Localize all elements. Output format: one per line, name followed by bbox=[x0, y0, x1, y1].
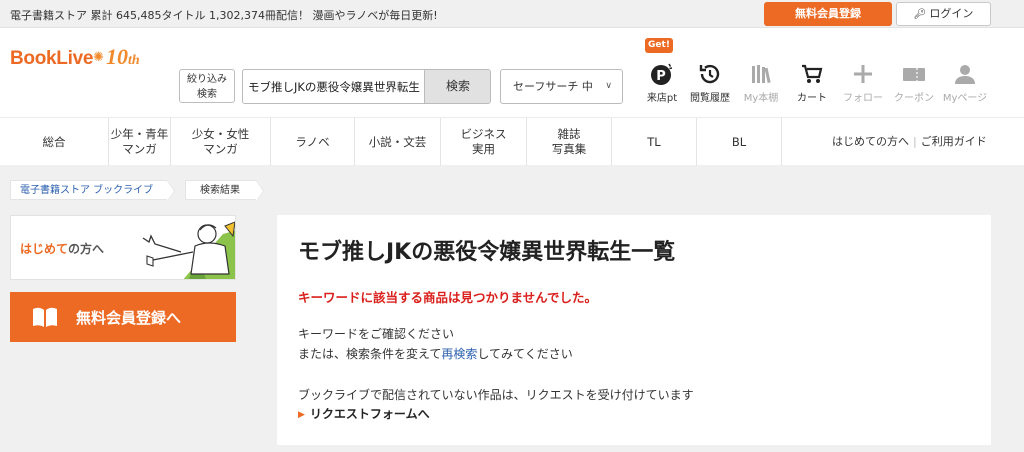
breadcrumb-home[interactable]: 電子書籍ストア ブックライブ bbox=[10, 180, 176, 202]
nav-label-sub: 写真集 bbox=[551, 142, 587, 156]
help-links: はじめての方へ | ご利用ガイド bbox=[832, 118, 987, 166]
chevron-down-icon: ∨ bbox=[605, 81, 612, 91]
coupon-icon bbox=[886, 60, 942, 86]
signup-banner-label: 無料会員登録へ bbox=[76, 308, 182, 327]
hint-text-retry: または、検索条件を変えて再検索してみてください bbox=[298, 345, 573, 362]
nav-label: TL bbox=[647, 134, 661, 149]
plus-icon bbox=[835, 60, 891, 86]
safe-search-value: セーフサーチ 中 bbox=[513, 80, 593, 93]
beginner-text-a: はじめて bbox=[20, 242, 69, 256]
nav-label-sub: マンガ bbox=[122, 142, 157, 156]
anniversary-suffix: th bbox=[128, 53, 140, 68]
get-badge: Get! bbox=[645, 38, 673, 53]
search-result-panel: モブ推しJKの悪役令嬢異世界転生一覧 キーワードに該当する商品は見つかりませんで… bbox=[277, 215, 991, 445]
mypage-label: Myページ bbox=[942, 93, 988, 104]
beginner-text-b: の方へ bbox=[68, 242, 105, 256]
nav-label: ラノベ bbox=[295, 134, 330, 149]
cart-icon bbox=[784, 60, 840, 86]
hint-pre: または、検索条件を変えて bbox=[298, 347, 442, 361]
history-link[interactable]: 閲覧履歴 bbox=[682, 60, 738, 104]
nav-label: 少年・青年 bbox=[110, 127, 169, 141]
nav-item-light-novel[interactable]: ラノベ bbox=[270, 118, 354, 166]
breadcrumb-current: 検索結果 bbox=[185, 180, 264, 202]
cart-label: カート bbox=[797, 93, 827, 104]
filter-label-line1: 絞り込み bbox=[187, 74, 227, 85]
nav-item-business[interactable]: ビジネス 実用 bbox=[440, 118, 526, 166]
svg-text:P: P bbox=[656, 69, 666, 84]
beginner-link[interactable]: はじめての方へ bbox=[832, 135, 909, 148]
sparkle-icon: ✺ bbox=[93, 50, 105, 65]
booklive-logo[interactable]: BookLive✺10th bbox=[10, 44, 140, 74]
guide-character-illustration bbox=[142, 221, 235, 279]
nav-item-general[interactable]: 総合 bbox=[0, 118, 108, 166]
nav-label: ビジネス bbox=[460, 127, 507, 141]
top-announcement-bar: 電子書籍ストア 累計 645,485タイトル 1,302,374冊配信！ 漫画や… bbox=[0, 0, 1024, 28]
request-form-label: リクエストフォームへ bbox=[309, 407, 430, 421]
mypage-link[interactable]: Myページ bbox=[937, 60, 993, 104]
nav-label: 雑誌 bbox=[557, 127, 581, 141]
beginner-banner-text: はじめての方へ bbox=[20, 240, 104, 257]
nav-item-shojo-manga[interactable]: 少女・女性 マンガ bbox=[170, 118, 270, 166]
nav-label-sub: マンガ bbox=[203, 142, 238, 156]
login-label: ログイン bbox=[929, 7, 974, 20]
search-input[interactable] bbox=[243, 70, 424, 103]
cart-link[interactable]: カート bbox=[784, 60, 840, 104]
nav-item-novel[interactable]: 小説・文芸 bbox=[354, 118, 440, 166]
request-info-text: ブックライブで配信されていない作品は、リクエストを受け付けています bbox=[298, 388, 694, 402]
bookshelf-label: My本棚 bbox=[743, 93, 779, 104]
free-signup-banner[interactable]: 無料会員登録へ bbox=[10, 292, 236, 342]
hint-post: してみてください bbox=[477, 347, 573, 361]
nav-label: 総合 bbox=[42, 134, 66, 149]
nav-item-shonen-manga[interactable]: 少年・青年 マンガ bbox=[108, 118, 170, 166]
follow-link[interactable]: フォロー bbox=[835, 60, 891, 104]
open-book-icon bbox=[32, 306, 58, 328]
divider: | bbox=[913, 135, 917, 148]
coupon-label: クーポン bbox=[894, 93, 934, 104]
nav-item-tl[interactable]: TL bbox=[611, 118, 696, 166]
search-button[interactable]: 検索 bbox=[424, 70, 490, 103]
research-link[interactable]: 再検索 bbox=[441, 347, 477, 361]
history-icon bbox=[682, 60, 738, 86]
triangle-right-icon: ▶ bbox=[298, 410, 305, 420]
anniversary-number: 10 bbox=[106, 44, 129, 69]
nav-label-sub: 実用 bbox=[472, 142, 495, 156]
logo-text: BookLive bbox=[10, 48, 94, 69]
beginner-guide-banner[interactable]: はじめての方へ bbox=[10, 215, 236, 280]
search-form: 検索 bbox=[242, 69, 491, 104]
user-icon bbox=[937, 60, 993, 86]
login-button[interactable]: 🔑︎ ログイン bbox=[896, 2, 991, 26]
free-signup-button[interactable]: 無料会員登録 bbox=[764, 2, 892, 26]
follow-label: フォロー bbox=[843, 93, 883, 104]
breadcrumb-home-label: 電子書籍ストア ブックライブ bbox=[20, 185, 154, 196]
filter-search-button[interactable]: 絞り込み 検索 bbox=[179, 69, 235, 103]
coupon-link[interactable]: クーポン bbox=[886, 60, 942, 104]
nav-label: 少女・女性 bbox=[191, 127, 250, 141]
nav-label: 小説・文芸 bbox=[368, 134, 427, 149]
no-results-message: キーワードに該当する商品は見つかりませんでした。 bbox=[298, 290, 598, 305]
nav-item-magazine[interactable]: 雑誌 写真集 bbox=[526, 118, 611, 166]
nav-item-bl[interactable]: BL bbox=[696, 118, 782, 166]
history-label: 閲覧履歴 bbox=[690, 93, 730, 104]
safe-search-select[interactable]: セーフサーチ 中 ∨ bbox=[500, 69, 623, 104]
bookshelf-link[interactable]: My本棚 bbox=[733, 60, 789, 104]
hint-text: キーワードをご確認ください bbox=[298, 327, 455, 341]
category-nav: 総合 少年・青年 マンガ 少女・女性 マンガ ラノベ 小説・文芸 ビジネス 実用 雑誌… bbox=[0, 117, 1024, 166]
anniversary-mark: 10th bbox=[106, 44, 140, 69]
bookshelf-icon bbox=[733, 60, 789, 86]
request-form-link[interactable]: ▶ リクエストフォームへ bbox=[298, 405, 430, 422]
page-title: モブ推しJKの悪役令嬢異世界転生一覧 bbox=[298, 240, 676, 265]
nav-label: BL bbox=[731, 134, 747, 149]
breadcrumb-current-label: 検索結果 bbox=[200, 185, 240, 196]
catalog-notice: 電子書籍ストア 累計 645,485タイトル 1,302,374冊配信！ 漫画や… bbox=[10, 9, 438, 22]
guide-link[interactable]: ご利用ガイド bbox=[921, 135, 987, 148]
filter-label-line2: 検索 bbox=[197, 89, 217, 100]
key-icon: 🔑︎ bbox=[913, 9, 927, 20]
